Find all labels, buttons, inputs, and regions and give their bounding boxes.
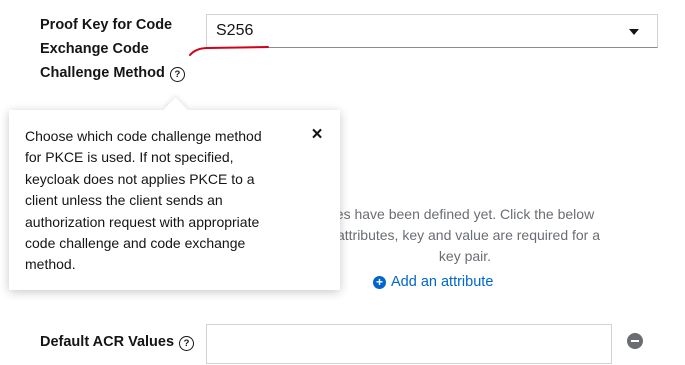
add-attribute-label: Add an attribute — [391, 274, 494, 290]
default-acr-values-input[interactable] — [206, 324, 612, 364]
remove-value-icon[interactable] — [627, 333, 643, 349]
plus-circle-icon: + — [373, 275, 386, 289]
pkce-label-text: Challenge Method — [40, 65, 165, 81]
empty-state-line: l attributes, key and value are required… — [329, 227, 601, 243]
empty-state-line: key pair. — [438, 248, 492, 264]
pkce-label-line: Exchange Code — [40, 41, 149, 57]
pkce-method-label: Proof Key for Code Exchange Code Challen… — [40, 13, 205, 85]
add-attribute-link[interactable]: + Add an attribute — [373, 274, 493, 290]
default-acr-values-label: Default ACR Values? — [40, 332, 195, 352]
popover-arrow — [163, 97, 188, 122]
select-value: S256 — [216, 22, 254, 39]
pkce-label-line: Challenge Method? — [40, 61, 205, 85]
help-icon[interactable]: ? — [179, 336, 195, 351]
close-icon[interactable]: × — [309, 125, 325, 144]
acr-label-text: Default ACR Values — [40, 334, 175, 350]
help-icon[interactable]: ? — [169, 67, 185, 82]
caret-down-icon — [629, 29, 639, 35]
attributes-empty-state: es have been defined yet. Click the belo… — [300, 204, 630, 267]
pkce-label-line: Proof Key for Code — [40, 17, 173, 33]
popover-body: Choose which code challenge method for P… — [25, 126, 280, 276]
red-underline-annotation — [189, 46, 269, 56]
help-popover: Choose which code challenge method for P… — [9, 97, 340, 290]
pkce-method-select[interactable]: S256 — [206, 14, 658, 48]
empty-state-line: es have been defined yet. Click the belo… — [335, 206, 595, 222]
